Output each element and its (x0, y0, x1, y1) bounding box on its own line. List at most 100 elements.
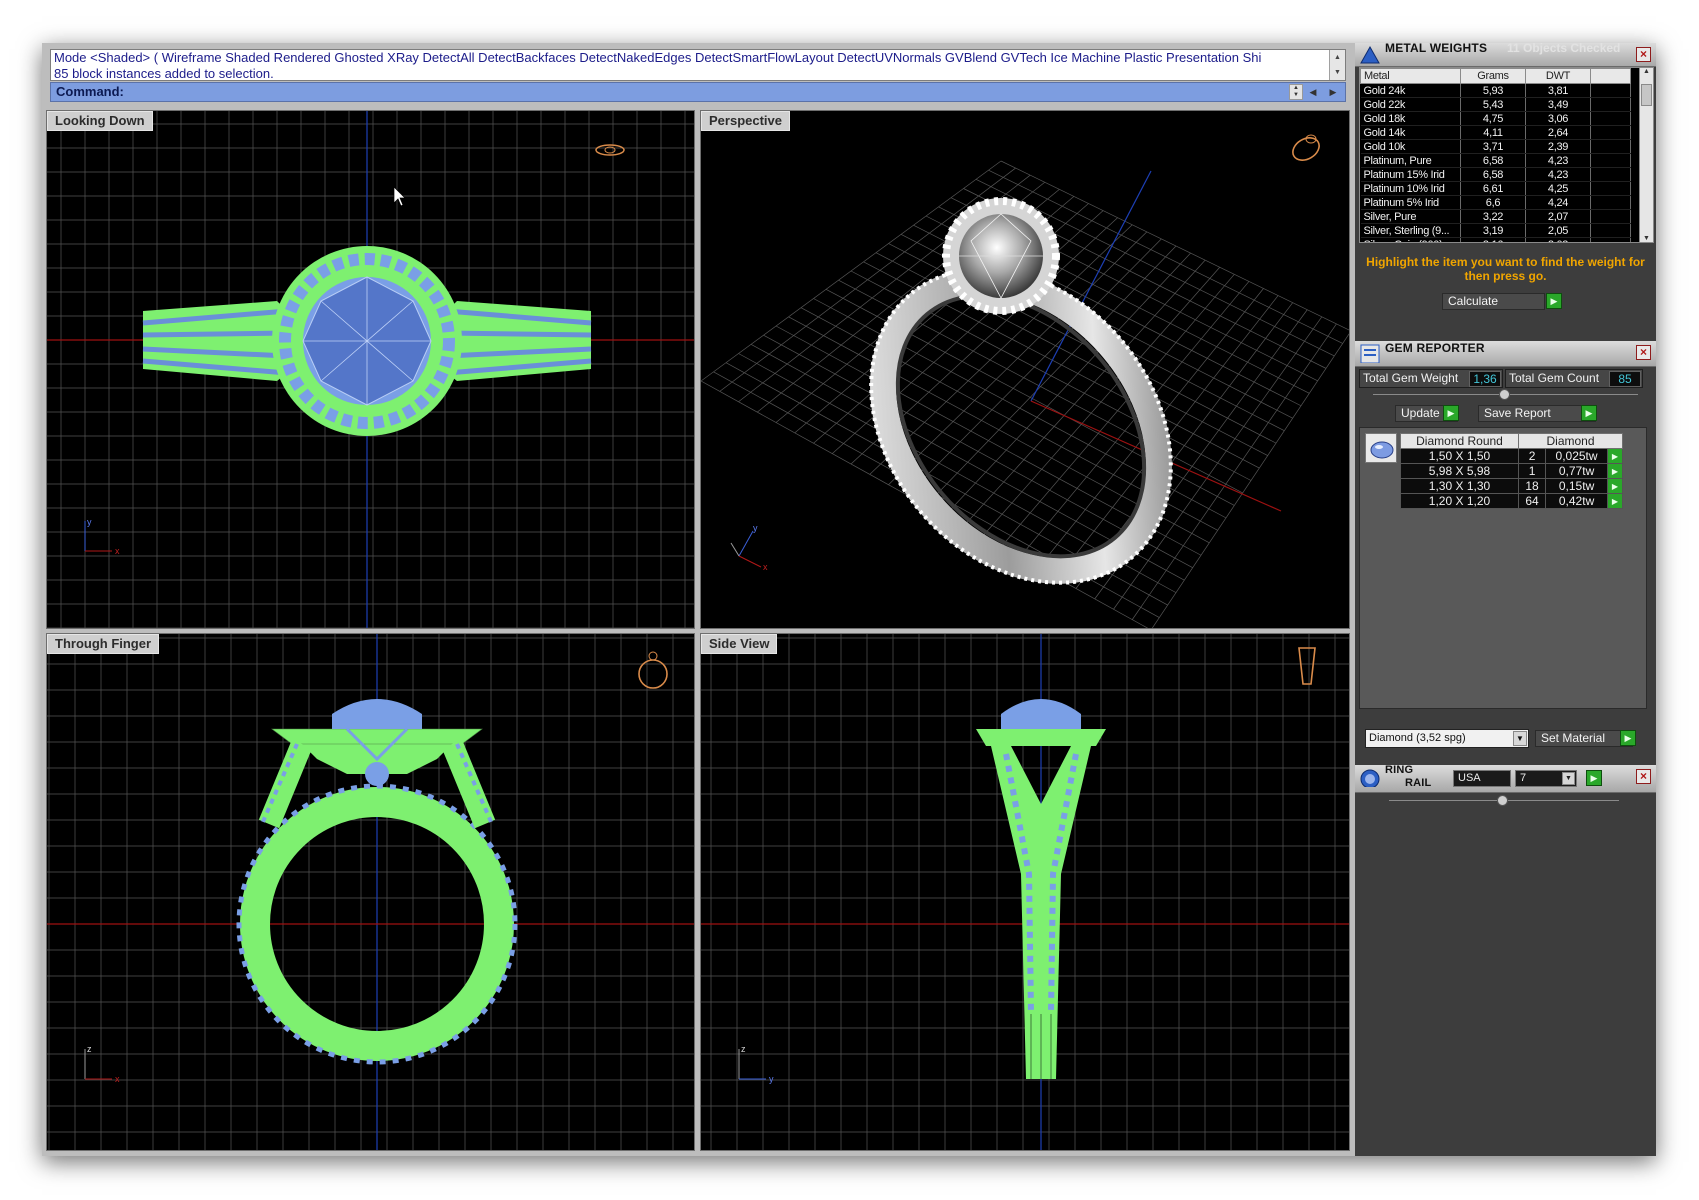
metal-weights-table[interactable]: Metal Grams DWT Gold 24k 5,93 3,81 Gold 22k… (1359, 67, 1646, 243)
gem-row[interactable]: 1,50 X 1,50 2 0,025tw ▶ (1400, 448, 1623, 464)
viewport-perspective[interactable]: y x Perspective (700, 110, 1350, 629)
close-icon[interactable]: × (1636, 345, 1651, 360)
col-grams[interactable]: Grams (1460, 68, 1526, 84)
svg-text:x: x (115, 546, 120, 556)
metal-row[interactable]: Platinum 5% Irid 6,6 4,24 (1360, 195, 1631, 210)
metal-dwt: 3,49 (1525, 97, 1591, 112)
gem-reporter-slider-knob[interactable] (1499, 389, 1510, 400)
gem-weight: 0,77tw (1545, 463, 1608, 479)
metal-filler (1590, 167, 1631, 182)
ring-rail-header: RING RAIL USA 7 ▼ ▶ × (1355, 764, 1656, 793)
metal-name: Platinum, Pure (1360, 153, 1461, 168)
metal-grams: 3,71 (1460, 139, 1526, 154)
gem-row[interactable]: 1,30 X 1,30 18 0,15tw ▶ (1400, 478, 1623, 494)
metal-dwt: 4,23 (1525, 153, 1591, 168)
col-diamond[interactable]: Diamond (1518, 433, 1623, 449)
ring-size-standard[interactable]: USA (1453, 770, 1511, 787)
scroll-thumb[interactable] (1641, 84, 1652, 106)
calculate-go-button[interactable]: ▶ (1546, 293, 1562, 309)
gem-weight: 0,025tw (1545, 448, 1608, 464)
gem-count: 2 (1517, 448, 1547, 464)
gem-row-go-button[interactable]: ▶ (1607, 448, 1623, 464)
viewport-title[interactable]: Side View (701, 634, 778, 654)
scroll-down-icon[interactable]: ▼ (1640, 235, 1653, 242)
metal-name: Platinum 5% Irid (1360, 195, 1461, 210)
viewport-title[interactable]: Perspective (701, 111, 790, 131)
close-icon[interactable]: × (1636, 769, 1651, 784)
metal-dwt: 4,25 (1525, 181, 1591, 196)
metal-row[interactable]: Silver, Sterling (9... 3,19 2,05 (1360, 223, 1631, 238)
command-prev-icon[interactable]: ◀ (1303, 84, 1323, 100)
svg-text:x: x (763, 562, 768, 572)
svg-text:z: z (741, 1044, 746, 1054)
save-report-button[interactable]: Save Report (1478, 405, 1596, 422)
scroll-up-icon[interactable]: ▲ (1640, 68, 1653, 75)
set-material-go-button[interactable]: ▶ (1620, 730, 1636, 746)
metal-row[interactable]: Silver, Pure 3,22 2,07 (1360, 209, 1631, 224)
gem-row-go-button[interactable]: ▶ (1607, 463, 1623, 479)
command-spin-icon[interactable]: ▲ ▼ (1289, 84, 1303, 100)
metal-row[interactable]: Platinum 10% Irid 6,61 4,25 (1360, 181, 1631, 196)
gem-weight: 0,42tw (1545, 493, 1608, 509)
gem-row[interactable]: 1,20 X 1,20 64 0,42tw ▶ (1400, 493, 1623, 509)
metal-row[interactable]: Gold 10k 3,71 2,39 (1360, 139, 1631, 154)
close-icon[interactable]: × (1636, 47, 1651, 62)
metal-filler (1590, 195, 1631, 210)
command-history-scrollbar[interactable]: ▲ ▼ (1329, 50, 1345, 80)
metal-filler (1590, 181, 1631, 196)
viewport-title[interactable]: Through Finger (47, 634, 160, 654)
viewport-through-finger[interactable]: z x Through Finger (46, 633, 695, 1151)
view-ring-icon (638, 651, 668, 689)
col-dwt[interactable]: DWT (1525, 68, 1591, 84)
gem-row-go-button[interactable]: ▶ (1607, 478, 1623, 494)
save-report-go-button[interactable]: ▶ (1581, 405, 1597, 421)
metal-name: Gold 18k (1360, 111, 1461, 126)
gem-row[interactable]: 5,98 X 5,98 1 0,77tw ▶ (1400, 463, 1623, 479)
metal-dwt: 4,24 (1525, 195, 1591, 210)
viewport-title[interactable]: Looking Down (47, 111, 153, 131)
svg-text:y: y (769, 1074, 774, 1084)
metal-name: Gold 22k (1360, 97, 1461, 112)
metal-row[interactable]: Gold 18k 4,75 3,06 (1360, 111, 1631, 126)
metal-filler (1590, 237, 1631, 242)
metal-row[interactable]: Gold 22k 5,43 3,49 (1360, 97, 1631, 112)
update-go-button[interactable]: ▶ (1443, 405, 1459, 421)
gem-table[interactable]: Diamond Round Diamond 1,50 X 1,50 2 0,025t… (1400, 433, 1623, 509)
gem-count: 64 (1517, 493, 1547, 509)
col-diamond-round[interactable]: Diamond Round (1400, 433, 1519, 449)
ring-size-select[interactable]: 7 ▼ (1515, 770, 1577, 787)
chevron-down-icon[interactable]: ▼ (1562, 772, 1575, 785)
ring-rail-slider-knob[interactable] (1497, 795, 1508, 806)
command-next-icon[interactable]: ▶ (1323, 84, 1343, 100)
gem-count: 18 (1517, 478, 1547, 494)
metal-row[interactable]: Gold 24k 5,93 3,81 (1360, 83, 1631, 98)
svg-text:x: x (115, 1074, 120, 1084)
metal-table-scrollbar[interactable]: ▲ ▼ (1639, 67, 1654, 243)
metal-dwt: 4,23 (1525, 167, 1591, 182)
ring-rendered (869, 197, 1173, 585)
axis-indicator: y x (730, 523, 768, 572)
viewport-looking-down[interactable]: y x Looking Down (46, 110, 695, 629)
metal-row[interactable]: Platinum 15% Irid 6,58 4,23 (1360, 167, 1631, 182)
chevron-down-icon[interactable]: ▼ (1513, 731, 1527, 746)
command-history: Mode <Shaded> ( Wireframe Shaded Rendere… (50, 49, 1346, 81)
ring-rail-go-button[interactable]: ▶ (1586, 770, 1602, 786)
svg-text:z: z (87, 1044, 92, 1054)
calculate-dropdown[interactable]: Calculate (1442, 293, 1545, 310)
metal-row[interactable]: Silver, Coin (900)3,162,03 (1360, 237, 1631, 242)
command-history-line: 85 block instances added to selection. (54, 66, 274, 81)
viewport-side-view[interactable]: z y Side View (700, 633, 1350, 1151)
material-select[interactable]: Diamond (3,52 spg) ▼ (1365, 729, 1529, 748)
gem-size: 1,20 X 1,20 (1400, 493, 1519, 509)
metal-row[interactable]: Platinum, Pure 6,58 4,23 (1360, 153, 1631, 168)
command-prompt[interactable]: Command: ▲ ▼ ◀ ▶ (50, 82, 1346, 102)
diamond-round-icon (1365, 433, 1397, 463)
gem-row-go-button[interactable]: ▶ (1607, 493, 1623, 509)
ring-rail-title: RING RAIL (1385, 764, 1431, 790)
metal-grams: 3,19 (1460, 223, 1526, 238)
metal-weights-title: METAL WEIGHTS (1385, 43, 1488, 55)
col-metal[interactable]: Metal (1360, 68, 1461, 84)
metal-row[interactable]: Gold 14k 4,11 2,64 (1360, 125, 1631, 140)
set-material-button[interactable]: Set Material (1535, 730, 1633, 747)
gem-reporter-icon (1360, 344, 1380, 363)
